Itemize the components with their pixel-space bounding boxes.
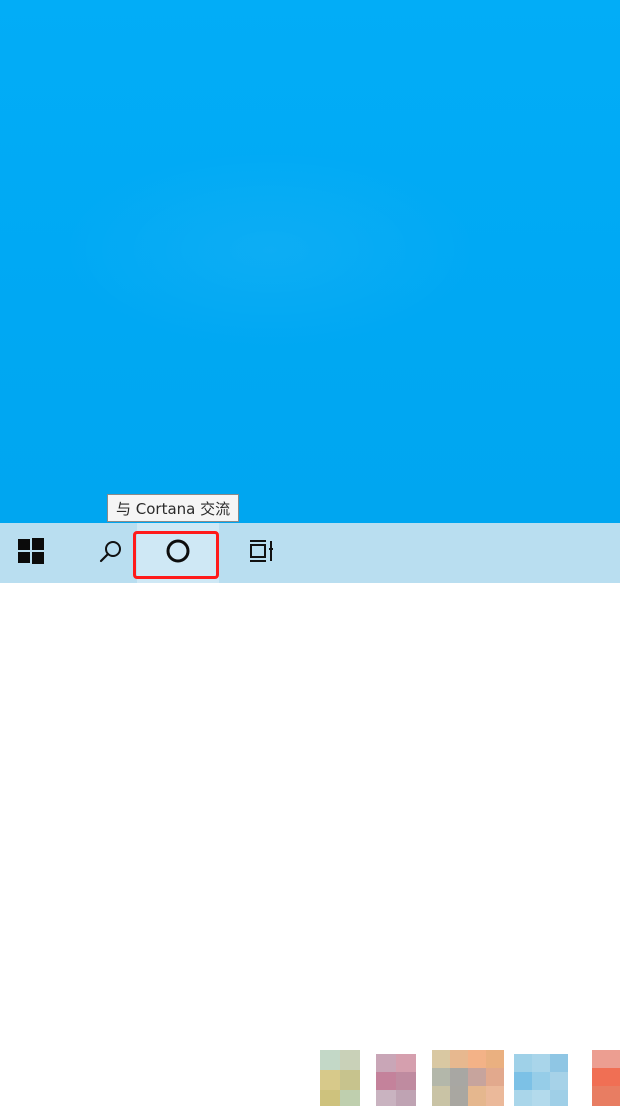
taskbar	[0, 523, 620, 1106]
pixelated-app-icons	[320, 1050, 620, 1106]
task-view-icon	[248, 538, 278, 568]
tooltip-text: 与 Cortana 交流	[116, 500, 231, 518]
task-view-button[interactable]	[232, 523, 294, 583]
cortana-ring-icon	[165, 538, 191, 568]
desktop-background	[0, 0, 620, 523]
desktop-glow	[60, 150, 480, 350]
search-button[interactable]	[80, 523, 142, 583]
windows-logo-icon	[17, 537, 45, 569]
start-button[interactable]	[0, 523, 62, 583]
pinned-apps-blurred[interactable]	[296, 1046, 620, 1106]
search-icon	[99, 539, 123, 567]
cortana-tooltip: 与 Cortana 交流	[107, 494, 240, 522]
cortana-button[interactable]	[137, 523, 219, 583]
